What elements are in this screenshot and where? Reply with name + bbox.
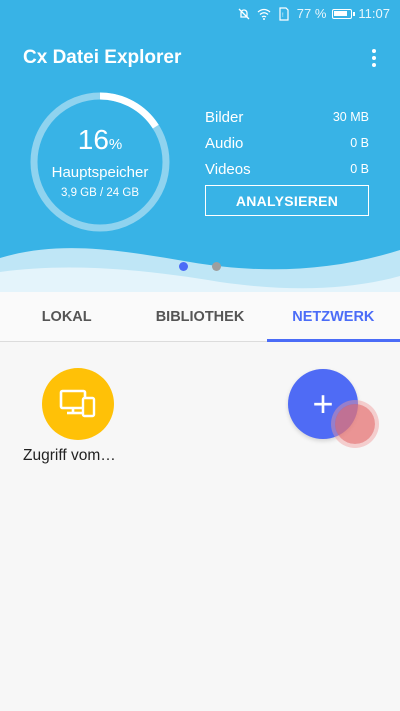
header-panel: ! 77 % 11:07 Cx Datei Explorer 16% Haupt…: [0, 0, 400, 300]
storage-percent: 16%: [77, 124, 123, 155]
tab-network[interactable]: NETZWERK: [266, 292, 400, 342]
tab-library[interactable]: BIBLIOTHEK: [133, 292, 266, 341]
stat-value: 30 MB: [332, 110, 369, 124]
app-title: Cx Datei Explorer: [23, 47, 182, 68]
battery-percent: 77 %: [296, 6, 327, 21]
devices-icon-circle: [42, 368, 114, 440]
stat-value: 0 B: [350, 136, 369, 150]
devices-icon: [59, 389, 96, 418]
stat-label: Videos: [205, 160, 251, 178]
tab-local[interactable]: LOKAL: [0, 292, 133, 341]
stat-label: Bilder: [205, 108, 244, 126]
analyze-button[interactable]: ANALYSIEREN: [205, 185, 369, 216]
svg-text:!: !: [282, 13, 284, 19]
clock: 11:07: [358, 6, 390, 21]
status-bar: ! 77 % 11:07: [0, 0, 400, 28]
battery-icon: [332, 8, 356, 19]
stat-label: Audio: [205, 134, 244, 152]
category-stats: Bilder 30 MB Audio 0 B Videos 0 B: [205, 104, 369, 182]
wifi-icon: [257, 8, 271, 20]
storage-size: 3,9 GB / 24 GB: [61, 187, 139, 199]
touch-indicator: [335, 404, 375, 444]
overflow-menu-icon[interactable]: [362, 46, 386, 70]
storage-label: Hauptspeicher: [51, 164, 149, 181]
plus-icon: +: [312, 383, 334, 424]
mute-icon: [238, 8, 250, 19]
tab-bar: LOKAL BIBLIOTHEK NETZWERK: [0, 292, 400, 342]
stat-value: 0 B: [350, 162, 369, 176]
page-indicator[interactable]: [212, 262, 221, 271]
network-item-remote-access[interactable]: Zugriff vom…: [23, 368, 133, 465]
stat-row-videos[interactable]: Videos 0 B: [205, 156, 369, 182]
storage-summary: 16% Hauptspeicher 3,9 GB / 24 GB: [28, 90, 172, 234]
network-item-label: Zugriff vom…: [23, 447, 116, 464]
stat-row-audio[interactable]: Audio 0 B: [205, 130, 369, 156]
page-indicator-active[interactable]: [179, 262, 188, 271]
stat-row-images[interactable]: Bilder 30 MB: [205, 104, 369, 130]
sim-icon: !: [279, 6, 289, 21]
